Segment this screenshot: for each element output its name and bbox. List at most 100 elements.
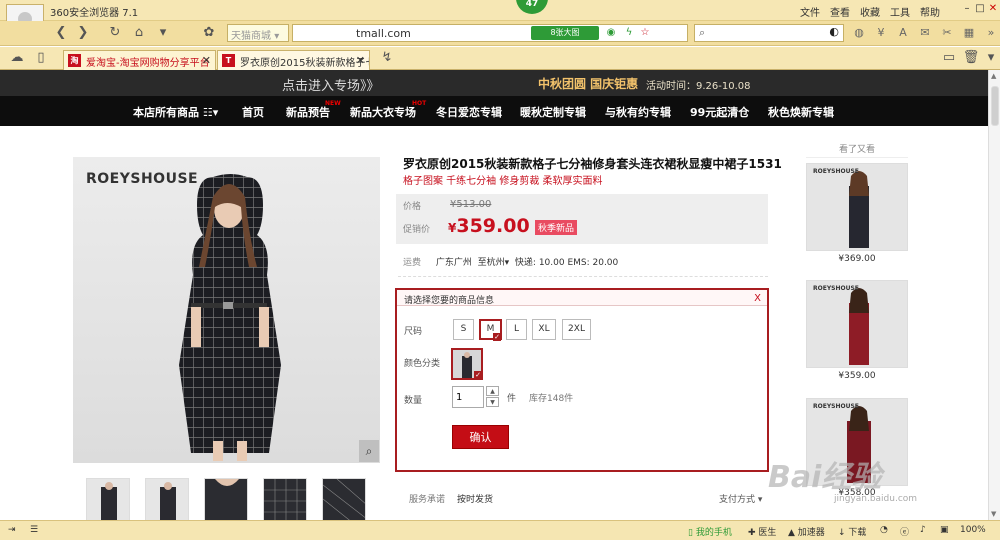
thumbnail[interactable] [204,478,248,520]
sidebar-toggle-icon[interactable]: ⇥ [8,525,16,535]
menu-tools[interactable]: 工具 [890,4,910,19]
tab-close-icon[interactable]: ✕ [202,54,211,67]
status-icon[interactable]: ◔ [880,525,888,535]
page-info-icon[interactable]: ☰ [30,525,38,535]
quantity-unit: 件 [507,394,517,404]
bookmark-icon[interactable]: ☆ [639,26,651,40]
size-option-s[interactable]: S [453,319,474,340]
taobao-favicon-icon: 淘 [68,54,81,67]
ie-icon[interactable]: ⓔ [900,525,909,538]
nav-autumn-custom[interactable]: 暖秋定制专辑 [520,104,586,120]
vertical-scrollbar[interactable]: ▲ ▼ [988,70,1000,520]
related-price: ¥359.00 [838,371,876,381]
ship-to-select[interactable]: 至杭州▾ [478,258,510,268]
promo-banner[interactable]: 点击进入专场》》 中秋团圆 国庆钜惠 活动时间：9.26-10.08 [0,70,988,96]
nav-all-products[interactable]: 本店所有商品 ☷▾ [133,104,218,120]
thumbnail[interactable] [263,478,307,520]
payment-methods-dropdown[interactable]: 支付方式 ▾ [719,492,762,505]
nav-coat-special[interactable]: 新品大衣专场 [350,104,416,120]
product-main-image[interactable]: ROEYSHOUSE ⌕ [73,157,380,463]
nav-home[interactable]: 首页 [242,104,264,120]
extension-mail-icon[interactable]: ✉ [918,25,932,41]
size-label: 尺码 [404,327,423,337]
payment-label: 支付方式 [719,495,756,505]
extension-green-icon[interactable]: ◍ [852,25,866,41]
banner-link[interactable]: 点击进入专场》》 [282,75,380,94]
eye-icon[interactable]: ◐ [829,25,839,38]
nav-autumn-new[interactable]: 秋色焕新专辑 [768,104,834,120]
extension-translate-icon[interactable]: A [896,25,910,41]
cloud-icon[interactable]: ☁ [8,50,26,66]
size-option-xl[interactable]: XL [532,319,556,340]
doctor-button[interactable]: ✚ 医生 [748,525,776,538]
nav-new-preview[interactable]: 新品预告 [286,104,330,120]
extension-wallet-icon[interactable]: ¥ [874,25,888,41]
lightning-icon[interactable]: ϟ [623,26,635,40]
accelerator-button[interactable]: ▲ 加速器 [788,525,825,538]
menu-favorites[interactable]: 收藏 [860,4,880,19]
tab-aitaobao[interactable]: 淘 爱淘宝-淘宝网购物分享平台 ✕ [63,50,216,70]
my-phone-button[interactable]: ▯ 我的手机 [688,525,732,538]
dropdown-icon[interactable]: ▾ [154,25,172,41]
nav-winter[interactable]: 冬日爱恋专辑 [436,104,502,120]
panel-title: 请选择您要的商品信息 [404,296,495,306]
search-icon[interactable]: ⌕ [699,26,705,40]
price-label: 价格 [403,202,422,212]
size-option-l[interactable]: L [506,319,527,340]
download-button[interactable]: ↓ 下载 [838,525,866,538]
tab-menu-icon[interactable]: ▾ [982,50,1000,66]
scroll-up-icon[interactable]: ▲ [991,72,996,80]
nav-autumn-date[interactable]: 与秋有约专辑 [605,104,671,120]
search-input[interactable]: ⌕ ◐ [694,24,844,42]
thumbnail[interactable] [145,478,189,520]
url-input[interactable]: tmall.com 8张大图 ◉ ϟ ☆ [292,24,688,42]
panel-header: 请选择您要的商品信息 X [397,290,767,306]
bamboo-icon[interactable]: ✿ [200,25,218,41]
nav-clearance[interactable]: 99元起清仓 [690,104,749,120]
page-icon[interactable]: ▯ [32,50,50,66]
thumbnail[interactable] [86,478,130,520]
zoom-level[interactable]: 100% [960,525,986,535]
trash-icon[interactable]: 🗑 [962,50,980,66]
thumbnail[interactable] [322,478,366,520]
quantity-decrease-icon[interactable]: ▼ [486,397,499,407]
notification-badge[interactable]: 47 [516,0,548,14]
related-item[interactable]: ROEYSHOUSE [806,280,908,368]
extension-grid-icon[interactable]: ▦ [962,25,976,41]
sound-icon[interactable]: ♪ [920,525,926,535]
panel-close-button[interactable]: X [754,293,761,304]
menu-help[interactable]: 帮助 [920,4,940,19]
color-option[interactable] [451,348,483,380]
image-count-pill[interactable]: 8张大图 [531,26,599,40]
scroll-down-icon[interactable]: ▼ [991,510,996,518]
maximize-icon[interactable]: □ [975,3,985,15]
extension-screenshot-icon[interactable]: ✂ [940,25,954,41]
magnifier-icon[interactable]: ⌕ [359,440,379,462]
service-label: 服务承诺 [409,495,446,505]
scroll-thumb[interactable] [991,86,999,126]
size-option-m[interactable]: M [479,319,502,341]
related-item[interactable]: ROEYSHOUSE [806,163,908,251]
tab-list-icon[interactable]: ▭ [940,50,958,66]
shield-icon[interactable]: ◉ [605,26,617,40]
home-icon[interactable]: ⌂ [130,25,148,41]
doctor-label: 医生 [758,528,777,538]
site-select[interactable]: 天猫商城 ▾ [227,24,289,42]
layout-icon[interactable]: ▣ [940,525,949,535]
new-tab-icon[interactable]: ↯ [378,50,396,66]
tab-close-icon[interactable]: ✕ [356,54,365,67]
size-option-2xl[interactable]: 2XL [562,319,591,340]
close-icon[interactable]: ✕ [988,3,998,15]
confirm-button[interactable]: 确认 [452,425,509,449]
address-bar: ❮ ❯ ↻ ⌂ ▾ ✿ 天猫商城 ▾ tmall.com 8张大图 ◉ ϟ ☆ … [0,21,1000,46]
extension-more-icon[interactable]: » [984,25,998,41]
refresh-icon[interactable]: ↻ [106,25,124,41]
tab-product[interactable]: T 罗衣原创2015秋装新款格子七 ✕ [217,50,370,70]
forward-icon[interactable]: ❯ [74,25,92,41]
menu-view[interactable]: 查看 [830,4,850,19]
minimize-icon[interactable]: – [962,3,972,15]
menu-file[interactable]: 文件 [800,4,820,19]
quantity-increase-icon[interactable]: ▲ [486,386,499,396]
quantity-input[interactable] [452,386,484,408]
back-icon[interactable]: ❮ [52,25,70,41]
